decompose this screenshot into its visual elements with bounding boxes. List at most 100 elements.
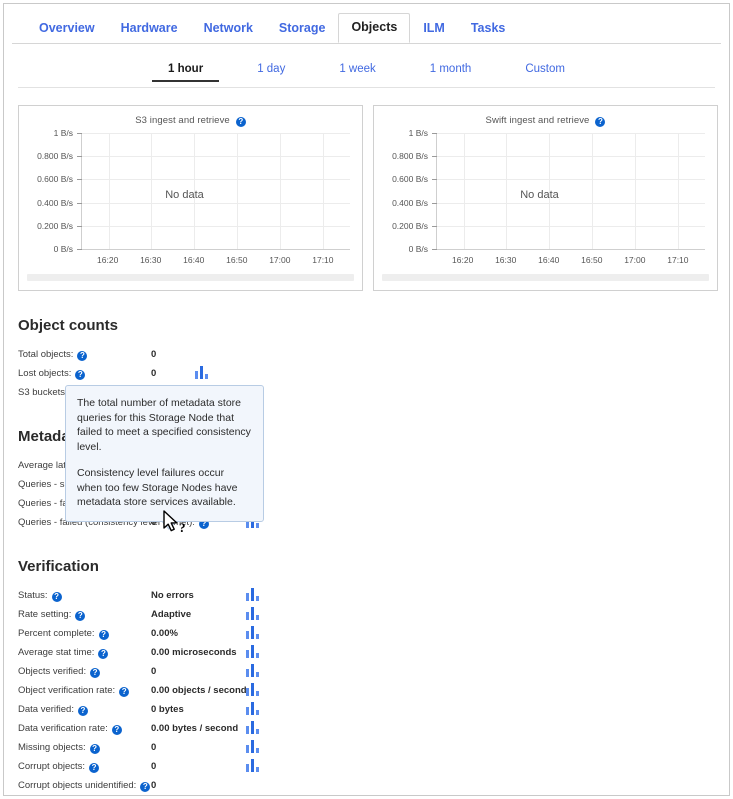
metric-value: 0 bytes bbox=[151, 704, 184, 715]
chart-y-tick-mark bbox=[432, 133, 437, 134]
bar-chart-icon bbox=[246, 759, 260, 772]
metric-value: 0 bbox=[151, 666, 157, 677]
metric-row: Data verification rate:? 0.00 bytes / sec… bbox=[18, 719, 715, 738]
time-range-1-day[interactable]: 1 day bbox=[241, 61, 301, 80]
chart-horizontal-scrollbar[interactable] bbox=[27, 274, 354, 281]
metric-label: Percent complete: bbox=[18, 628, 95, 639]
chart-y-tick-mark bbox=[77, 156, 82, 158]
help-icon[interactable]: ? bbox=[98, 649, 109, 659]
help-icon[interactable]: ? bbox=[75, 370, 86, 380]
verification-section: Verification Status:? No errors Rate setti… bbox=[4, 558, 729, 796]
chart-y-tick-mark bbox=[77, 249, 82, 250]
time-range-1-month[interactable]: 1 month bbox=[414, 61, 488, 80]
help-icon[interactable]: ? bbox=[595, 117, 606, 127]
chart-x-tick-label: 16:30 bbox=[495, 255, 517, 265]
chart-y-tick-label: 0.800 B/s bbox=[392, 151, 428, 162]
chart-x-tick-label: 16:50 bbox=[581, 255, 603, 265]
metric-row: Lost objects:? 0 bbox=[18, 364, 715, 383]
chart-plot-area: 1 B/s 0.800 B/s 0.600 B/s 0.400 B/s 0.200 B/… bbox=[374, 128, 705, 265]
chart-x-tick-label: 16:40 bbox=[183, 255, 205, 265]
chart-y-tick-label: 0.600 B/s bbox=[37, 174, 73, 185]
metric-label: Lost objects: bbox=[18, 368, 72, 379]
chart-y-tick-mark bbox=[77, 225, 82, 227]
chart-x-tick-label: 17:00 bbox=[269, 255, 291, 265]
chart-x-axis: 16:20 16:30 16:40 16:50 17:00 17:10 bbox=[81, 251, 350, 267]
help-icon[interactable]: ? bbox=[119, 687, 130, 697]
time-range-custom[interactable]: Custom bbox=[509, 61, 581, 80]
help-icon[interactable]: ? bbox=[77, 351, 88, 361]
chart-title-text: Swift ingest and retrieve bbox=[485, 115, 590, 126]
help-icon[interactable]: ? bbox=[51, 592, 62, 602]
metric-value: 0.00 microseconds bbox=[151, 647, 237, 658]
help-icon[interactable]: ? bbox=[98, 630, 109, 640]
help-tooltip: The total number of metadata store queri… bbox=[65, 385, 264, 530]
chart-y-tick-mark bbox=[432, 202, 437, 204]
chart-no-data-message: No data bbox=[165, 188, 204, 201]
main-tab-bar: Overview Hardware Network Storage Objects ILM… bbox=[4, 13, 729, 44]
help-icon[interactable]: ? bbox=[90, 668, 101, 678]
time-range-1-week[interactable]: 1 week bbox=[323, 61, 391, 80]
tab-hardware[interactable]: Hardware bbox=[108, 14, 191, 42]
metric-value: Adaptive bbox=[151, 609, 192, 620]
help-icon[interactable]: ? bbox=[89, 744, 100, 754]
chart-x-tick-label: 16:20 bbox=[97, 255, 119, 265]
chart-y-tick-mark bbox=[432, 156, 437, 158]
chart-no-data-message: No data bbox=[520, 188, 559, 201]
tab-tasks[interactable]: Tasks bbox=[458, 14, 519, 42]
bar-chart-icon bbox=[246, 607, 260, 620]
chart-gridline-horizontal bbox=[82, 179, 350, 181]
bar-chart-icon bbox=[246, 702, 260, 715]
chart-y-tick-mark bbox=[77, 179, 82, 181]
metric-value: 0.00 bytes / second bbox=[151, 723, 239, 734]
chart-gridline-horizontal bbox=[82, 202, 350, 204]
chart-card: S3 ingest and retrieve? 1 B/s 0.800 B/s 0.6… bbox=[18, 105, 363, 291]
chart-x-tick-label: 17:10 bbox=[312, 255, 334, 265]
chart-y-tick-mark bbox=[77, 202, 82, 204]
help-icon[interactable]: ? bbox=[140, 782, 151, 792]
metric-value: 0.00 objects / second bbox=[151, 685, 247, 696]
metric-label: Rate setting: bbox=[18, 609, 72, 620]
metric-value: No errors bbox=[151, 590, 194, 601]
metric-row: Missing objects:? 0 bbox=[18, 738, 715, 757]
metric-label: Quarantined objects: bbox=[18, 795, 106, 796]
bar-chart-icon bbox=[246, 664, 260, 677]
metric-value: 0 bbox=[151, 349, 157, 360]
chart-y-tick-label: 0.200 B/s bbox=[392, 220, 428, 231]
bar-chart-icon bbox=[195, 366, 209, 379]
metric-label: Total objects: bbox=[18, 349, 74, 360]
chart-gridline-horizontal bbox=[437, 249, 705, 250]
metric-label: Corrupt objects unidentified: bbox=[18, 780, 137, 791]
chart-title: Swift ingest and retrieve? bbox=[374, 106, 717, 127]
help-icon[interactable]: ? bbox=[235, 117, 246, 127]
help-icon[interactable]: ? bbox=[75, 611, 86, 621]
bar-chart-icon bbox=[246, 740, 260, 753]
chart-y-tick-label: 0.600 B/s bbox=[392, 174, 428, 185]
metric-row: Average stat time:? 0.00 microseconds bbox=[18, 643, 715, 662]
chart-x-tick-label: 17:00 bbox=[624, 255, 646, 265]
help-icon[interactable]: ? bbox=[111, 725, 122, 735]
tab-overview[interactable]: Overview bbox=[26, 14, 108, 42]
tab-network[interactable]: Network bbox=[191, 14, 266, 42]
metric-row: Data verified:? 0 bytes bbox=[18, 700, 715, 719]
chart-title: S3 ingest and retrieve? bbox=[19, 106, 362, 127]
tab-objects[interactable]: Objects bbox=[338, 13, 411, 43]
help-icon[interactable]: ? bbox=[89, 763, 100, 773]
tab-storage[interactable]: Storage bbox=[266, 14, 339, 42]
metric-row: Total objects:? 0 bbox=[18, 345, 715, 364]
chart-horizontal-scrollbar[interactable] bbox=[382, 274, 709, 281]
chart-x-tick-label: 16:20 bbox=[452, 255, 474, 265]
chart-y-tick-mark bbox=[77, 133, 82, 134]
chart-y-tick-label: 0 B/s bbox=[53, 244, 73, 254]
time-range-1-hour[interactable]: 1 hour bbox=[152, 61, 220, 82]
tab-ilm[interactable]: ILM bbox=[410, 14, 458, 42]
chart-gridline-horizontal bbox=[82, 249, 350, 250]
metric-value: 0.00% bbox=[151, 628, 178, 639]
metric-value: 0 bbox=[151, 742, 157, 753]
time-range-selector: 1 hour 1 day 1 week 1 month Custom bbox=[4, 61, 729, 88]
metric-row: Status:? No errors bbox=[18, 586, 715, 605]
help-icon[interactable]: ? bbox=[77, 706, 88, 716]
chart-gridline-horizontal bbox=[437, 156, 705, 158]
chart-x-tick-label: 17:10 bbox=[667, 255, 689, 265]
chart-y-tick-mark bbox=[432, 179, 437, 181]
chart-gridline-horizontal bbox=[82, 225, 350, 227]
